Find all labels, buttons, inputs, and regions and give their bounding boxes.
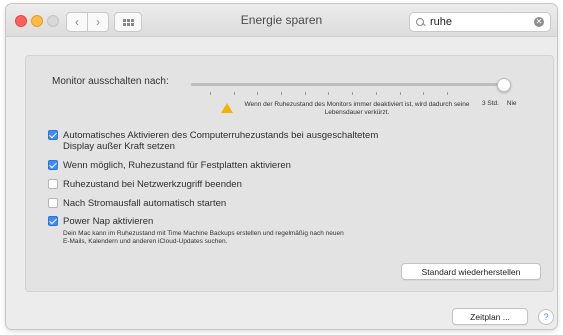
monitor-warning: Wenn der Ruhezustand des Monitors immer … — [221, 101, 475, 117]
option-disk-sleep-label: Wenn möglich, Ruhezustand für Festplatte… — [63, 160, 291, 171]
option-power-restart-label: Nach Stromausfall automatisch starten — [63, 198, 227, 209]
search-icon — [416, 17, 425, 27]
schedule-button[interactable]: Zeitplan ... — [452, 308, 528, 325]
checkbox-network-wake[interactable] — [48, 179, 58, 189]
option-power-nap-label: Power Nap aktivieren — [63, 216, 154, 227]
checkbox-disk-sleep[interactable] — [48, 160, 58, 170]
option-display-sleep-label: Automatisches Aktivieren des Computerruh… — [63, 130, 379, 152]
search-input[interactable] — [428, 15, 532, 29]
slider-ticks — [210, 92, 448, 96]
slider-label-never: Nie — [506, 100, 517, 107]
slider-label-3h: 3 Std. — [482, 100, 499, 107]
option-network-wake-label: Ruhezustand bei Netzwerkzugriff beenden — [63, 179, 242, 190]
slider-end-labels: 3 Std. Nie — [482, 100, 523, 107]
checkbox-power-nap[interactable] — [48, 216, 58, 226]
monitor-slider[interactable] — [191, 78, 511, 92]
restore-defaults-button[interactable]: Standard wiederherstellen — [401, 263, 541, 280]
warning-text: Wenn der Ruhezustand des Monitors immer … — [244, 101, 470, 116]
option-power-restart[interactable]: Nach Stromausfall automatisch starten — [48, 198, 226, 209]
title-bar: ‹ › Energie sparen ✕ — [6, 4, 557, 37]
help-icon: ? — [543, 312, 549, 322]
option-disk-sleep[interactable]: Wenn möglich, Ruhezustand für Festplatte… — [48, 160, 291, 171]
option-power-nap[interactable]: Power Nap aktivieren — [48, 216, 153, 227]
monitor-slider-knob[interactable] — [497, 78, 511, 92]
option-network-wake[interactable]: Ruhezustand bei Netzwerkzugriff beenden — [48, 179, 242, 190]
monitor-slider-label: Monitor ausschalten nach: — [52, 76, 169, 87]
help-button[interactable]: ? — [538, 309, 554, 325]
monitor-slider-fill — [191, 83, 503, 86]
checkbox-power-restart[interactable] — [48, 198, 58, 208]
checkbox-display-sleep[interactable] — [48, 130, 58, 140]
clear-icon[interactable]: ✕ — [534, 17, 544, 27]
search-field[interactable]: ✕ — [409, 12, 551, 32]
preferences-window: ‹ › Energie sparen ✕ Monitor ausschalten… — [6, 4, 557, 329]
warning-icon — [221, 103, 233, 113]
option-display-sleep[interactable]: Automatisches Aktivieren des Computerruh… — [48, 130, 378, 152]
power-nap-description: Dein Mac kann im Ruhezustand mit Time Ma… — [63, 230, 344, 245]
settings-panel: Monitor ausschalten nach: Wenn der Ruhez… — [25, 55, 554, 292]
